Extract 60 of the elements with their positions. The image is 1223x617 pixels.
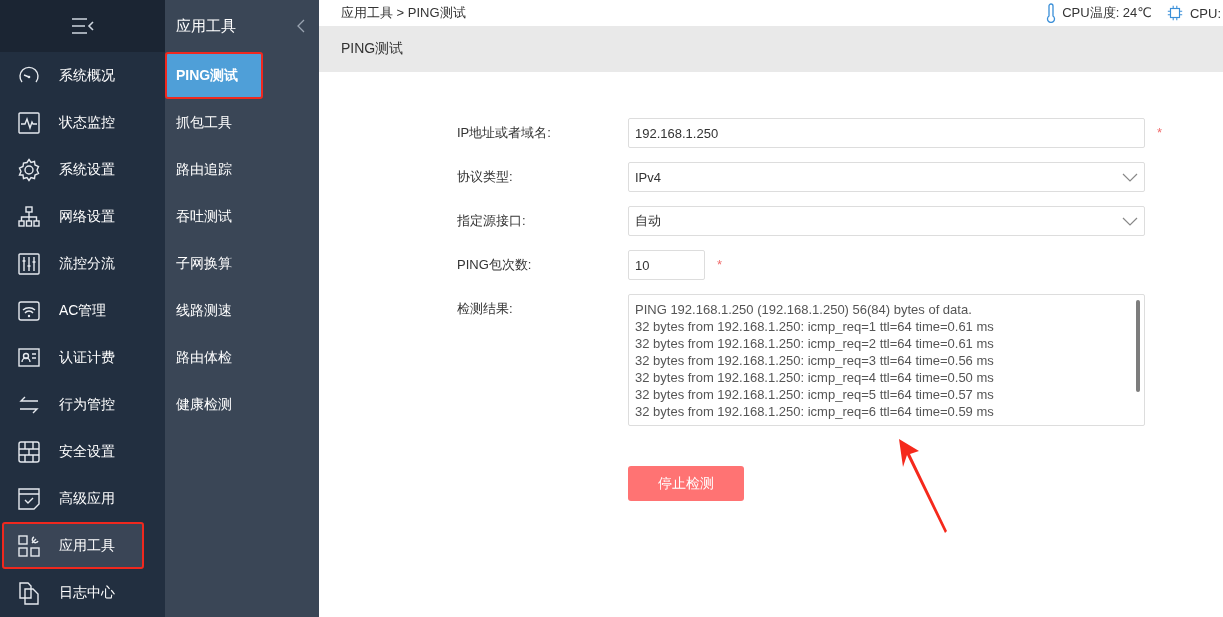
submenu-item[interactable]: 路由追踪 (165, 146, 319, 193)
chip-icon (1165, 4, 1184, 22)
field-label: 指定源接口: (457, 212, 527, 230)
brick-wall-icon (17, 439, 41, 464)
status-text: CPU: (1189, 5, 1221, 21)
dropdown[interactable]: IPv4 (628, 162, 1145, 192)
sidebar-item[interactable]: AC管理 (0, 287, 165, 334)
pulse-monitor-icon (17, 110, 41, 135)
sliders-icon (17, 251, 41, 276)
sidebar-item[interactable]: 认证计费 (0, 334, 165, 381)
submenu-item[interactable]: 吞吐测试 (165, 193, 319, 240)
input-field[interactable]: 192.168.1.250 (628, 118, 1145, 148)
sidebar-item[interactable]: 流控分流 (0, 240, 165, 287)
field-label: 协议类型: (457, 168, 514, 186)
field-label: 检测结果: (457, 300, 514, 318)
sidebar-item[interactable]: 系统设置 (0, 146, 165, 193)
result-line: 32 bytes from 192.168.1.250: icmp_req=1 ttl=64 time=0.61 ms (635, 318, 994, 335)
breadcrumb: 应用工具 > PING测试 (341, 4, 466, 22)
sidebar-item[interactable]: 安全设置 (0, 428, 165, 475)
scrollbar-thumb[interactable] (1136, 300, 1140, 392)
sidebar-item[interactable]: 系统概况 (0, 52, 165, 99)
page-title: PING测试 (341, 40, 404, 58)
required-asterisk: * (717, 256, 723, 274)
sidebar-item[interactable]: 应用工具 (2, 522, 144, 569)
submenu-item[interactable]: 路由体检 (165, 334, 319, 381)
input-field[interactable]: 10 (628, 250, 705, 280)
submenu-title: 应用工具 (176, 16, 236, 36)
chevron-down-icon (1122, 216, 1138, 226)
chevron-down-icon (1122, 172, 1138, 182)
menu-collapse-icon[interactable] (70, 17, 95, 35)
result-line: PING 192.168.1.250 (192.168.1.250) 56(84) bytes of data. (635, 301, 972, 318)
document-icon (17, 580, 41, 605)
result-text-area[interactable] (628, 294, 1145, 426)
result-line: 32 bytes from 192.168.1.250: icmp_req=5 ttl=64 time=0.57 ms (635, 386, 994, 403)
calendar-check-icon (17, 486, 41, 511)
sidebar-item[interactable]: 状态监控 (0, 99, 165, 146)
settings-icon (17, 157, 41, 182)
submenu-item[interactable]: 子网换算 (165, 240, 319, 287)
submenu-item[interactable]: 线路测速 (165, 287, 319, 334)
thermometer-icon (1046, 3, 1057, 23)
submenu-item[interactable]: 健康检测 (165, 381, 319, 428)
result-line: 32 bytes from 192.168.1.250: icmp_req=6 ttl=64 time=0.59 ms (635, 403, 994, 420)
status-text: CPU温度: 24℃ (1062, 4, 1152, 22)
field-label: PING包次数: (457, 256, 533, 274)
result-line: 32 bytes from 192.168.1.250: icmp_req=3 ttl=64 time=0.56 ms (635, 352, 994, 369)
sidebar-item[interactable]: 行为管控 (0, 381, 165, 428)
network-icon (17, 204, 41, 229)
field-label: IP地址或者域名: (457, 124, 552, 142)
result-line: 32 bytes from 192.168.1.250: icmp_req=2 ttl=64 time=0.61 ms (635, 335, 994, 352)
sidebar-item[interactable]: 高级应用 (0, 475, 165, 522)
result-line: 32 bytes from 192.168.1.250: icmp_req=4 ttl=64 time=0.50 ms (635, 369, 994, 386)
id-card-icon (17, 345, 41, 370)
wifi-icon (17, 298, 41, 323)
sidebar-item[interactable]: 日志中心 (0, 569, 165, 616)
required-asterisk: * (1157, 124, 1163, 142)
grid-wrench-icon (17, 533, 41, 558)
submenu-item[interactable]: 抓包工具 (165, 99, 319, 146)
chevron-left-icon[interactable] (297, 19, 305, 33)
sidebar-item[interactable]: 网络设置 (0, 193, 165, 240)
dropdown[interactable]: 自动 (628, 206, 1145, 236)
